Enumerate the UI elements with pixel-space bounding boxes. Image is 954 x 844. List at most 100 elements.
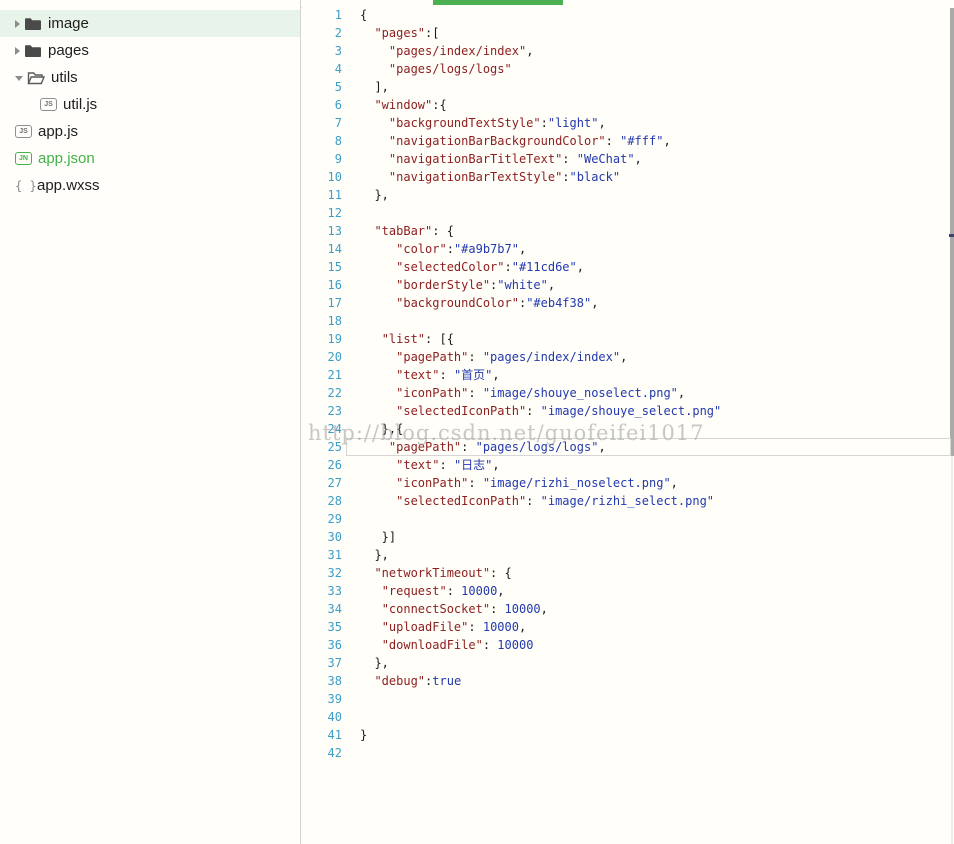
code-line[interactable]: 12: [302, 204, 954, 222]
token-punctuation: :: [446, 242, 454, 256]
code-line[interactable]: 27 "iconPath": "image/rizhi_noselect.png…: [302, 474, 954, 492]
line-number[interactable]: 15: [302, 258, 342, 276]
sidebar-item-app-wxss[interactable]: { } app.wxss: [0, 172, 300, 199]
line-number[interactable]: 13: [302, 222, 342, 240]
sidebar-item-image[interactable]: image: [0, 10, 300, 37]
line-number[interactable]: 32: [302, 564, 342, 582]
line-number[interactable]: 2: [302, 24, 342, 42]
line-number[interactable]: 40: [302, 708, 342, 726]
code-line[interactable]: 13 "tabBar": {: [302, 222, 954, 240]
sidebar-item-utils[interactable]: utils: [0, 64, 300, 91]
code-editor[interactable]: 1{2 "pages":[3 "pages/index/index", 4 "pa…: [302, 0, 954, 844]
code-line[interactable]: 2 "pages":[: [302, 24, 954, 42]
code-line[interactable]: 5 ],: [302, 78, 954, 96]
token-punctuation: [360, 584, 382, 598]
code-line[interactable]: 3 "pages/index/index",: [302, 42, 954, 60]
line-number[interactable]: 5: [302, 78, 342, 96]
code-line[interactable]: 24 },{: [302, 420, 954, 438]
code-line[interactable]: 35 "uploadFile": 10000,: [302, 618, 954, 636]
code-line[interactable]: 31 },: [302, 546, 954, 564]
line-number[interactable]: 36: [302, 636, 342, 654]
code-line[interactable]: 20 "pagePath": "pages/index/index",: [302, 348, 954, 366]
line-number[interactable]: 7: [302, 114, 342, 132]
line-number[interactable]: 18: [302, 312, 342, 330]
line-number[interactable]: 20: [302, 348, 342, 366]
code-line[interactable]: 1{: [302, 6, 954, 24]
sidebar-item-app-json[interactable]: JN app.json: [0, 145, 300, 172]
token-punctuation: {: [360, 8, 368, 22]
line-number[interactable]: 25: [302, 438, 342, 456]
chevron-right-icon[interactable]: [15, 19, 20, 28]
code-line[interactable]: 14 "color":"#a9b7b7",: [302, 240, 954, 258]
line-number[interactable]: 8: [302, 132, 342, 150]
line-number[interactable]: 12: [302, 204, 342, 222]
sidebar-item-pages[interactable]: pages: [0, 37, 300, 64]
code-line[interactable]: 4 "pages/logs/logs": [302, 60, 954, 78]
code-line[interactable]: 18: [302, 312, 954, 330]
line-number[interactable]: 16: [302, 276, 342, 294]
line-number[interactable]: 24: [302, 420, 342, 438]
code-line[interactable]: 42: [302, 744, 954, 762]
line-number[interactable]: 9: [302, 150, 342, 168]
chevron-down-icon[interactable]: [15, 76, 23, 81]
sidebar-item-util-js[interactable]: JS util.js: [0, 91, 300, 118]
code-line[interactable]: 39: [302, 690, 954, 708]
line-number[interactable]: 3: [302, 42, 342, 60]
line-number[interactable]: 27: [302, 474, 342, 492]
code-line[interactable]: 26 "text": "日志",: [302, 456, 954, 474]
chevron-right-icon[interactable]: [15, 46, 20, 55]
code-line[interactable]: 7 "backgroundTextStyle":"light",: [302, 114, 954, 132]
code-line[interactable]: 30 }]: [302, 528, 954, 546]
code-line[interactable]: 9 "navigationBarTitleText": "WeChat",: [302, 150, 954, 168]
line-number[interactable]: 26: [302, 456, 342, 474]
line-number[interactable]: 35: [302, 618, 342, 636]
code-line[interactable]: 10 "navigationBarTextStyle":"black": [302, 168, 954, 186]
line-number[interactable]: 14: [302, 240, 342, 258]
line-number[interactable]: 29: [302, 510, 342, 528]
line-number[interactable]: 30: [302, 528, 342, 546]
line-number[interactable]: 4: [302, 60, 342, 78]
code-line[interactable]: 19 "list": [{: [302, 330, 954, 348]
line-number[interactable]: 37: [302, 654, 342, 672]
line-number[interactable]: 42: [302, 744, 342, 762]
line-number[interactable]: 1: [302, 6, 342, 24]
code-line[interactable]: 36 "downloadFile": 10000: [302, 636, 954, 654]
code-line[interactable]: 17 "backgroundColor":"#eb4f38",: [302, 294, 954, 312]
code-line[interactable]: 38 "debug":true: [302, 672, 954, 690]
code-line[interactable]: 21 "text": "首页",: [302, 366, 954, 384]
code-line[interactable]: 41}: [302, 726, 954, 744]
line-number[interactable]: 39: [302, 690, 342, 708]
line-number[interactable]: 10: [302, 168, 342, 186]
line-number[interactable]: 17: [302, 294, 342, 312]
line-number[interactable]: 34: [302, 600, 342, 618]
code-line[interactable]: 40: [302, 708, 954, 726]
code-line[interactable]: 16 "borderStyle":"white",: [302, 276, 954, 294]
line-number[interactable]: 6: [302, 96, 342, 114]
line-number[interactable]: 31: [302, 546, 342, 564]
line-number[interactable]: 21: [302, 366, 342, 384]
code-line[interactable]: 8 "navigationBarBackgroundColor": "#fff"…: [302, 132, 954, 150]
line-number[interactable]: 23: [302, 402, 342, 420]
line-number[interactable]: 33: [302, 582, 342, 600]
line-number[interactable]: 11: [302, 186, 342, 204]
code-line[interactable]: 15 "selectedColor":"#11cd6e",: [302, 258, 954, 276]
sidebar-item-app-js[interactable]: JS app.js: [0, 118, 300, 145]
scrollbar-thumb[interactable]: [950, 8, 954, 456]
line-number[interactable]: 28: [302, 492, 342, 510]
code-line[interactable]: 34 "connectSocket": 10000,: [302, 600, 954, 618]
code-line[interactable]: 37 },: [302, 654, 954, 672]
code-line[interactable]: 6 "window":{: [302, 96, 954, 114]
active-tab-indicator[interactable]: [433, 0, 563, 5]
line-number[interactable]: 41: [302, 726, 342, 744]
code-line[interactable]: 33 "request": 10000,: [302, 582, 954, 600]
code-line[interactable]: 25 "pagePath": "pages/logs/logs",: [302, 438, 954, 456]
line-number[interactable]: 38: [302, 672, 342, 690]
line-number[interactable]: 19: [302, 330, 342, 348]
code-line[interactable]: 28 "selectedIconPath": "image/rizhi_sele…: [302, 492, 954, 510]
code-line[interactable]: 32 "networkTimeout": {: [302, 564, 954, 582]
line-number[interactable]: 22: [302, 384, 342, 402]
code-line[interactable]: 11 },: [302, 186, 954, 204]
code-line[interactable]: 22 "iconPath": "image/shouye_noselect.pn…: [302, 384, 954, 402]
code-line[interactable]: 23 "selectedIconPath": "image/shouye_sel…: [302, 402, 954, 420]
code-line[interactable]: 29: [302, 510, 954, 528]
